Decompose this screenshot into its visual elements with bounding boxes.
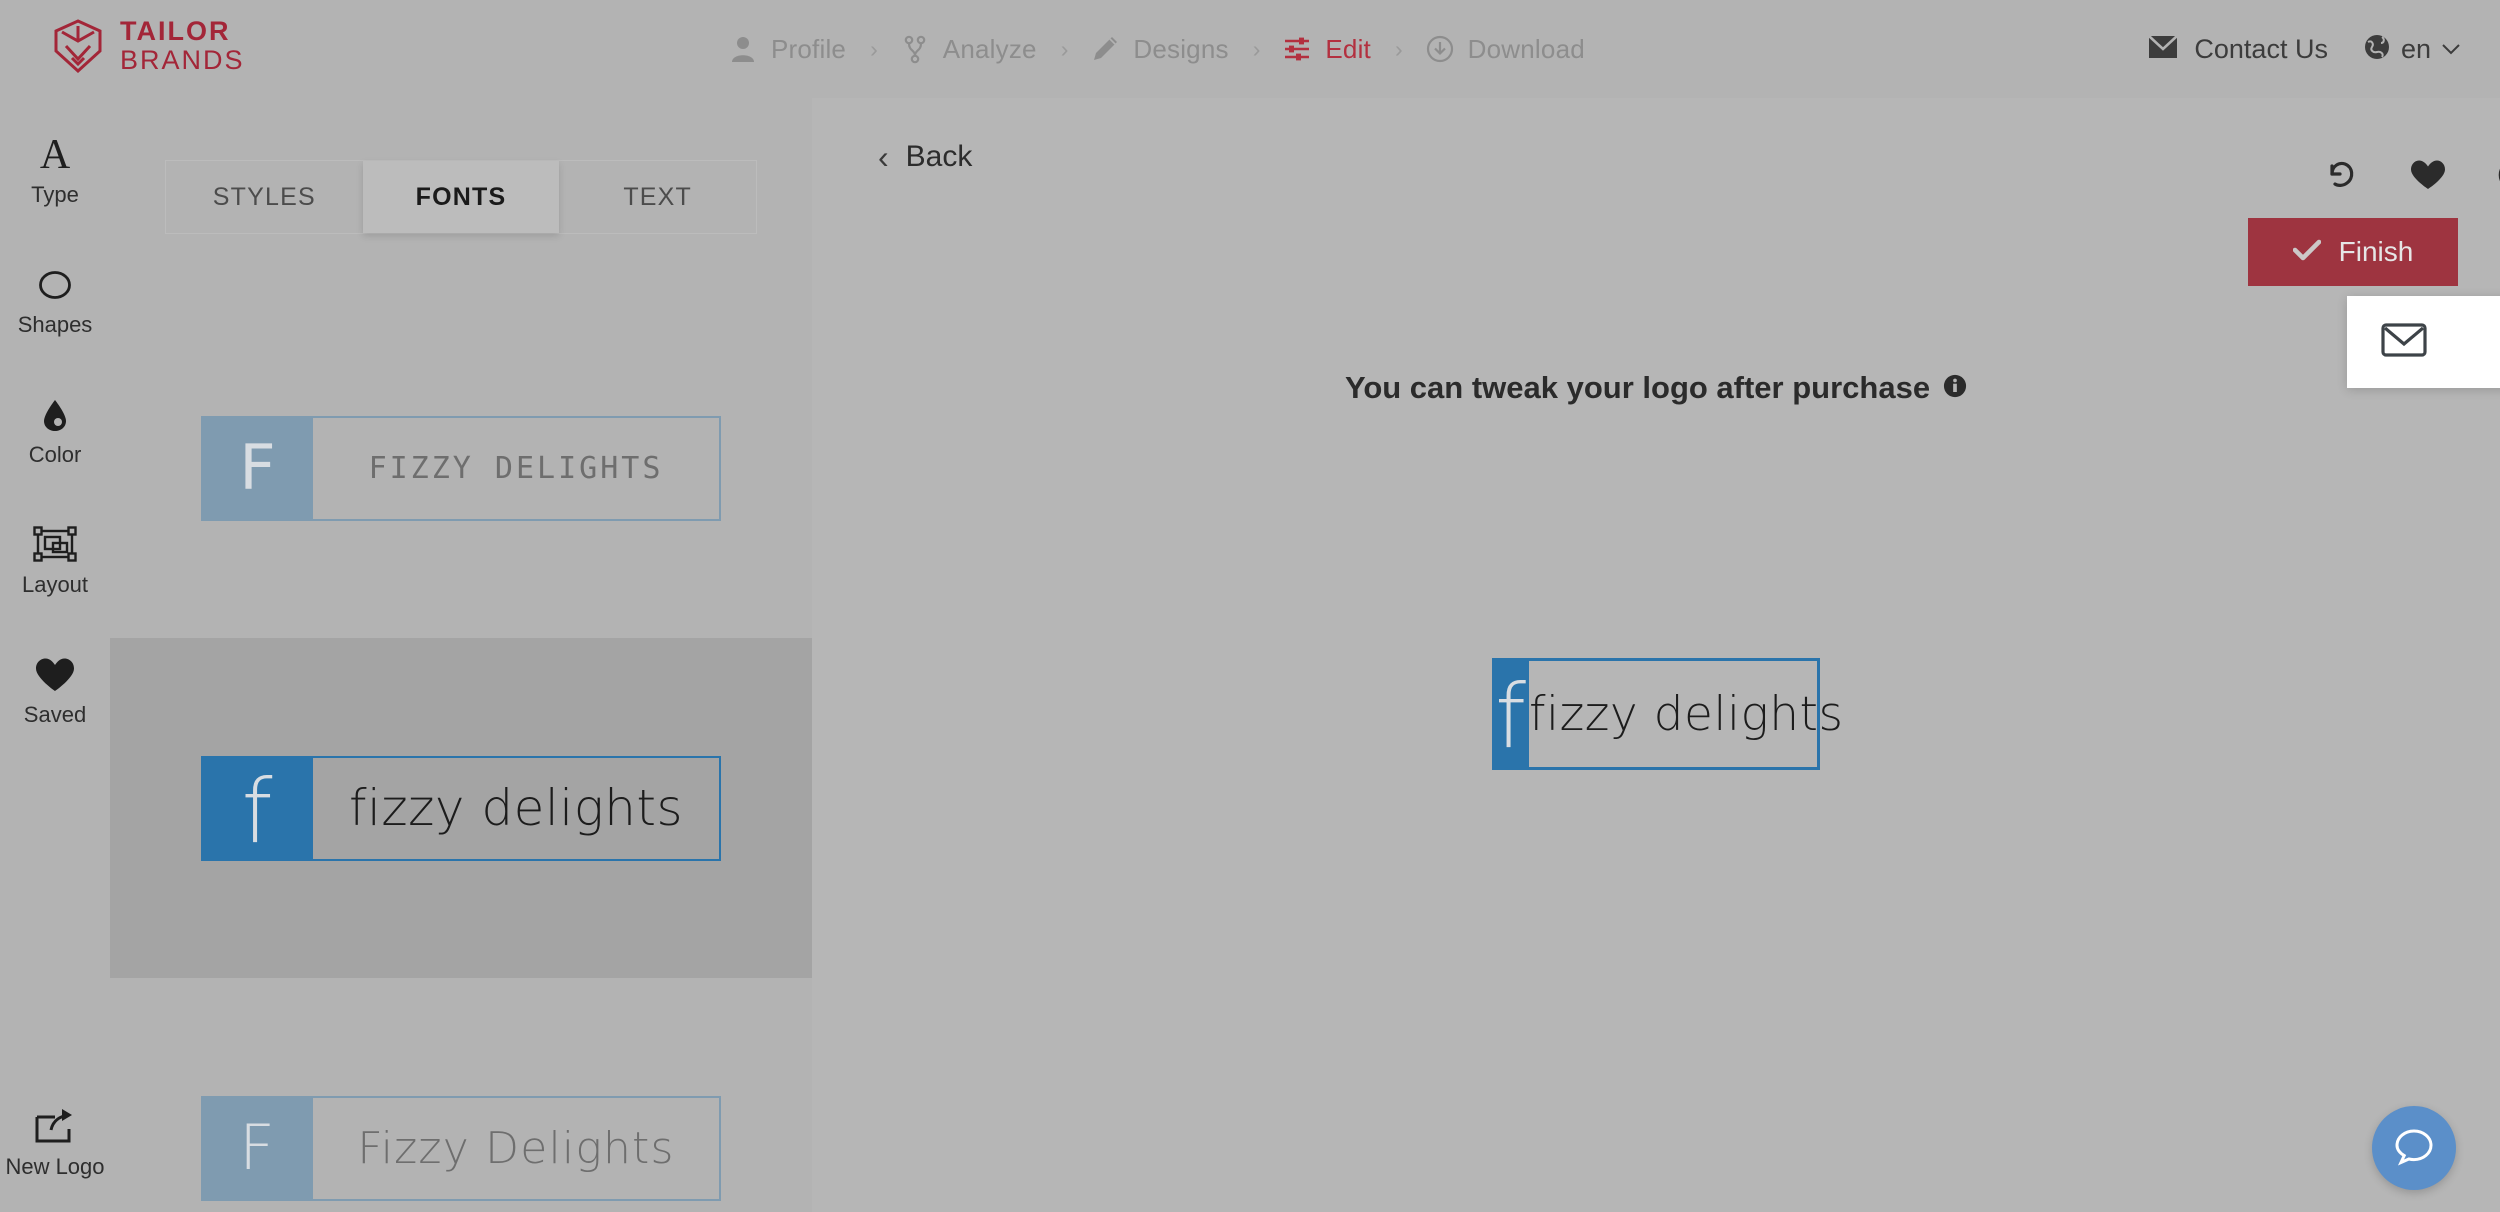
finish-label: Finish (2338, 236, 2414, 267)
rail-item-color[interactable]: Color (0, 394, 110, 468)
rail-item-label: Shapes (17, 312, 93, 337)
rail-item-type[interactable]: A Type (0, 134, 110, 208)
font-option-row-selected[interactable]: f fizzy delights (110, 638, 812, 978)
fonts-panel: STYLES FONTS TEXT F FIZZY DELIGHTS f fiz… (110, 98, 812, 1212)
logo-mark-letter: F (238, 431, 276, 505)
share-popup (2347, 296, 2500, 388)
rail-item-label: Color (28, 442, 82, 467)
sliders-icon (1282, 34, 1312, 64)
tweak-note-text: You can tweak your logo after purchase (1344, 370, 1931, 405)
rail-item-shapes[interactable]: Shapes (0, 264, 110, 338)
branch-icon (900, 34, 930, 64)
user-icon (728, 34, 758, 64)
logo-word: fizzy delights (348, 779, 684, 837)
breadcrumb-label: Download (1467, 33, 1585, 64)
breadcrumb-label: Edit (1325, 33, 1371, 64)
svg-text:A: A (40, 135, 71, 175)
facebook-share-button[interactable] (2480, 305, 2500, 379)
logo-thumbnail: f fizzy delights (201, 755, 721, 863)
font-option-row[interactable]: F FIZZY DELIGHTS (110, 298, 812, 638)
undo-button[interactable] (2299, 134, 2385, 220)
breadcrumb-item-designs[interactable]: Designs (1090, 33, 1229, 65)
email-share-button[interactable] (2367, 305, 2441, 379)
chat-bubble-icon (2392, 1124, 2436, 1173)
breadcrumb-item-profile[interactable]: Profile (728, 34, 846, 65)
rail-item-label: Layout (21, 572, 89, 597)
layout-frame-icon (33, 524, 77, 566)
brand-logo[interactable]: TAILOR BRANDS (52, 17, 245, 74)
chevron-down-icon (2442, 39, 2460, 59)
editor-canvas: ‹ Back You can tweak your logo after pur… (812, 98, 2500, 1212)
contact-us-label: Contact Us (2194, 33, 2328, 64)
breadcrumb-item-analyze[interactable]: Analyze (900, 34, 1037, 65)
font-option-row[interactable]: F Fizzy Delights (110, 978, 812, 1212)
rail-item-saved[interactable]: Saved (0, 654, 110, 728)
info-icon[interactable] (1943, 374, 1967, 403)
logo-mark-letter: f (241, 759, 273, 863)
help-chat-button[interactable] (2372, 1106, 2456, 1190)
logo-mark-letter: F (239, 1111, 275, 1185)
contact-us-button[interactable]: Contact Us (2148, 34, 2328, 65)
heart-icon (34, 654, 76, 696)
logo-word: Fizzy Delights (357, 1122, 675, 1174)
rail-item-label: Saved (23, 702, 87, 727)
download-circle-icon (1425, 34, 1455, 64)
breadcrumb: Profile › Analyze › Designs › Edit › Dow… (728, 0, 1585, 98)
app-header: TAILOR BRANDS Profile › Analyze › Design… (0, 0, 2500, 98)
logo-thumbnail: F FIZZY DELIGHTS (201, 415, 721, 521)
breadcrumb-separator: › (870, 35, 878, 62)
finish-button[interactable]: Finish (2248, 218, 2458, 286)
heart-icon (2409, 158, 2447, 197)
breadcrumb-item-download[interactable]: Download (1425, 34, 1585, 65)
logo-word: FIZZY DELIGHTS (368, 450, 664, 486)
email-share-icon (2381, 322, 2427, 363)
panel-tabs: STYLES FONTS TEXT (165, 160, 757, 234)
breadcrumb-label: Designs (1133, 33, 1229, 64)
envelope-icon (2148, 34, 2179, 64)
droplet-icon (35, 394, 75, 436)
logo-thumbnail: F Fizzy Delights (201, 1095, 721, 1201)
back-label: Back (905, 140, 973, 173)
save-heart-button[interactable] (2385, 134, 2471, 220)
brand-line-2: BRANDS (120, 44, 245, 75)
tweak-note: You can tweak your logo after purchase (812, 370, 2500, 406)
header-actions: Contact Us en (2148, 0, 2460, 98)
canvas-toolbar (2299, 134, 2500, 220)
breadcrumb-separator: › (1252, 35, 1261, 62)
logo-word: fizzy delights (1528, 686, 1844, 742)
check-icon (2292, 239, 2321, 266)
tailor-brands-mark-icon (52, 18, 104, 73)
brand-line-1: TAILOR (120, 16, 231, 46)
tab-text[interactable]: TEXT (559, 161, 756, 233)
chevron-left-icon: ‹ (878, 139, 889, 175)
logo-mark-letter: f (1495, 664, 1526, 768)
logo-preview-card[interactable]: f fizzy delights (1492, 658, 1843, 770)
download-button[interactable] (2471, 134, 2500, 220)
breadcrumb-separator: › (1060, 35, 1069, 62)
language-label: en (2400, 33, 2431, 64)
back-button[interactable]: ‹ Back (878, 140, 972, 174)
rail-item-label: New Logo (5, 1154, 105, 1179)
tool-rail: A Type Shapes Color Layout Saved New Log… (0, 98, 110, 1212)
tailor-brands-editor: TAILOR BRANDS Profile › Analyze › Design… (0, 0, 2500, 1212)
globe-icon (2364, 34, 2390, 65)
rail-item-new-logo[interactable]: New Logo (0, 1106, 110, 1180)
breadcrumb-label: Profile (771, 33, 847, 64)
letter-a-icon: A (35, 134, 75, 176)
brand-wordmark: TAILOR BRANDS (120, 17, 245, 74)
language-selector[interactable]: en (2364, 34, 2460, 65)
pencil-icon (1090, 34, 1120, 64)
breadcrumb-item-edit[interactable]: Edit (1282, 34, 1371, 65)
tab-styles[interactable]: STYLES (166, 161, 363, 233)
tab-fonts[interactable]: FONTS (362, 161, 560, 233)
rail-item-label: Type (31, 182, 79, 207)
new-logo-share-icon (33, 1106, 77, 1148)
logo-preview: f fizzy delights (812, 658, 2500, 770)
rail-item-layout[interactable]: Layout (0, 524, 110, 598)
breadcrumb-label: Analyze (942, 33, 1037, 64)
breadcrumb-separator: › (1394, 35, 1403, 62)
undo-icon (2325, 158, 2359, 197)
circle-outline-icon (35, 264, 75, 306)
